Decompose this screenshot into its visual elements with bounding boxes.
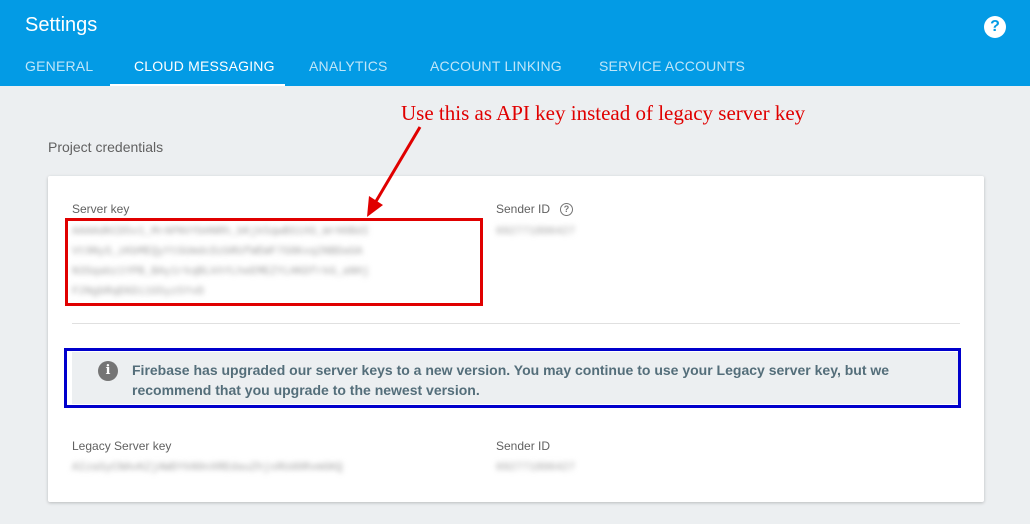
annotation-arrow	[367, 126, 422, 217]
